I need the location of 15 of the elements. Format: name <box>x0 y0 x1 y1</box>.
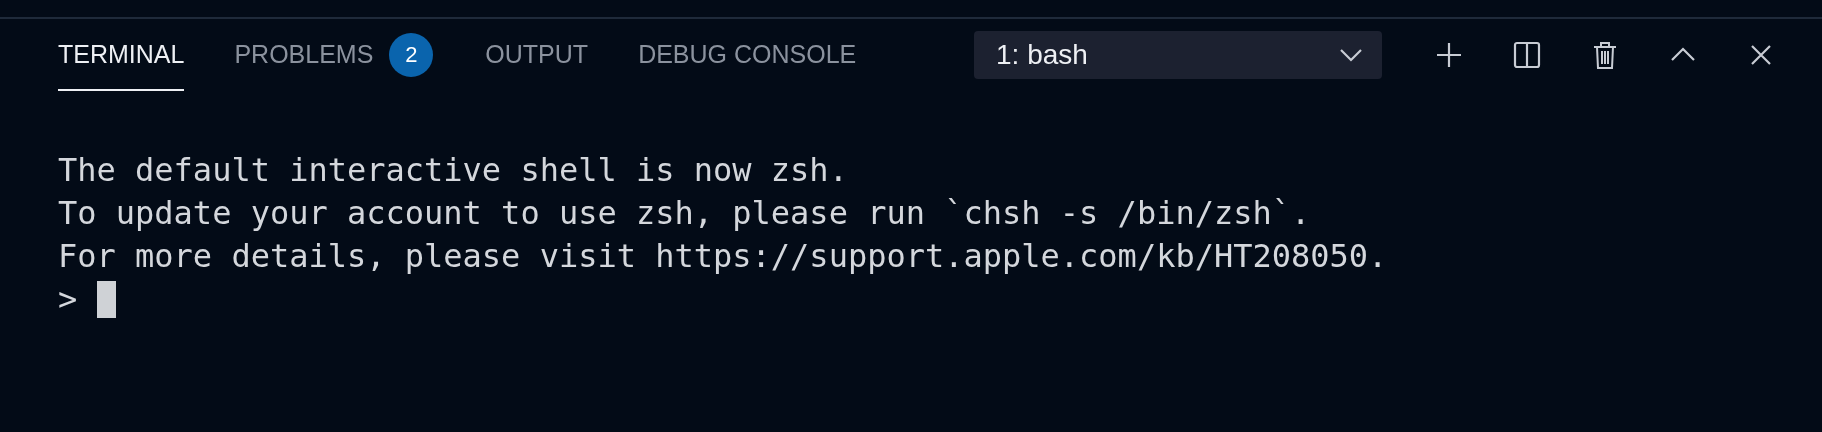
terminal-output-line: For more details, please visit https://support.apple.com/kb/HT208050. <box>58 236 1389 277</box>
count-badge: 2 <box>389 33 434 77</box>
terminal-output-line: To update your account to use zsh, please run `chsh -s /bin/zsh`. <box>58 193 1312 234</box>
panel-tab[interactable]: PROBLEMS <box>234 19 374 91</box>
split-editor-icon[interactable] <box>1513 41 1541 69</box>
terminal-output-line: The default interactive shell is now zsh. <box>58 150 849 191</box>
trash-icon[interactable] <box>1591 41 1619 69</box>
terminal-dropdown[interactable]: 1: bash <box>974 31 1382 79</box>
plus-icon[interactable] <box>1435 41 1463 69</box>
panel-tab[interactable]: OUTPUT <box>485 19 589 91</box>
text-cursor <box>97 281 117 318</box>
prompt-symbol: > <box>58 279 78 320</box>
chevron-down-icon <box>1340 48 1362 62</box>
panel-tab[interactable]: DEBUG CONSOLE <box>638 19 857 91</box>
panel-tab[interactable]: TERMINAL <box>58 19 185 91</box>
